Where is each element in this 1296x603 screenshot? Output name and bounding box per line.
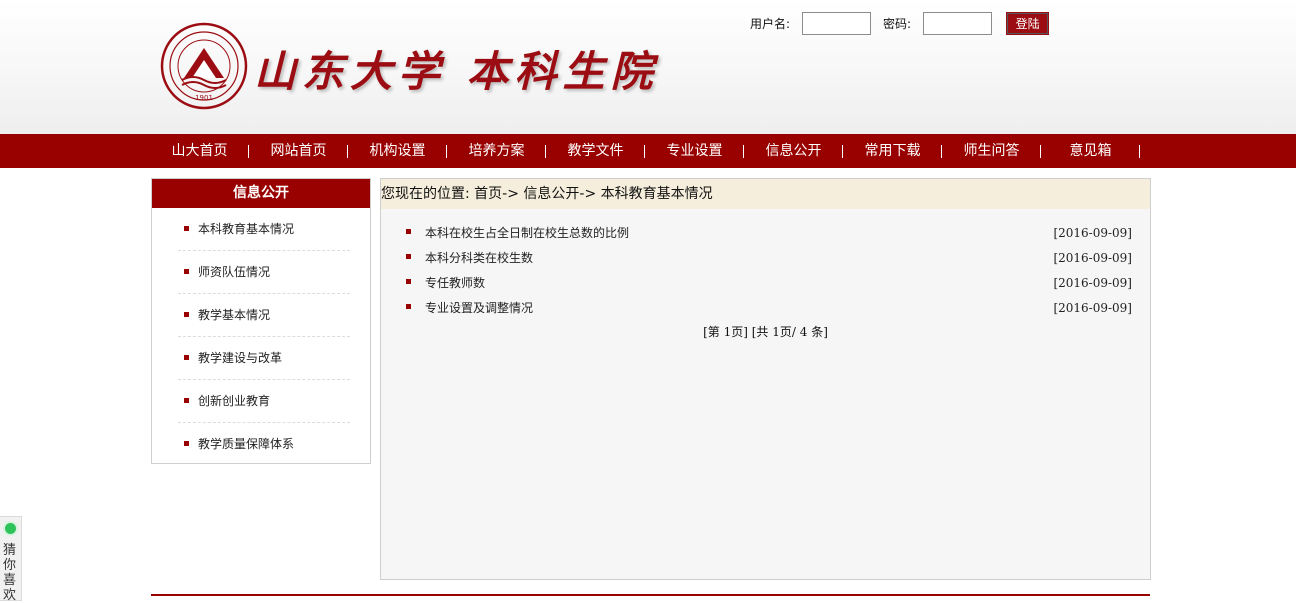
username-input[interactable] [802,12,872,35]
sidebar-item[interactable]: 教学基本情况 [178,294,350,337]
sidebar: 信息公开 本科教育基本情况 师资队伍情况 教学基本情况 教学建设与改革 创新创业… [151,178,371,464]
nav-item-teaching-docs[interactable]: 教学文件 [546,134,645,168]
list-item: 专业设置及调整情况 [2016-09-09] [381,298,1150,323]
status-dot-icon [5,523,16,534]
article-date: [2016-09-09] [1053,276,1132,290]
nav-item-training-plan[interactable]: 培养方案 [447,134,546,168]
recommend-widget-label[interactable]: 猜你喜欢 [3,543,17,603]
article-link[interactable]: 专任教师数 [425,273,485,293]
nav-item-qa[interactable]: 师生问答 [942,134,1041,168]
bullet-icon [184,441,189,446]
breadcrumb: 您现在的位置: 首页-> 信息公开-> 本科教育基本情况 [381,179,1150,209]
site-header: 1901 山东大学 本科生院 用户名: 密码: 登陆 [0,0,1296,134]
list-item: 本科在校生占全日制在校生总数的比例 [2016-09-09] [381,223,1150,248]
list-item: 专任教师数 [2016-09-09] [381,273,1150,298]
bullet-icon [184,226,189,231]
svg-text:1901: 1901 [195,94,213,102]
nav-item-downloads[interactable]: 常用下载 [843,134,942,168]
sidebar-item[interactable]: 教学质量保障体系 [178,423,350,465]
sidebar-item-label[interactable]: 创新创业教育 [198,394,270,408]
recommend-widget[interactable]: 猜你喜欢 [0,516,22,603]
main-content: 您现在的位置: 首页-> 信息公开-> 本科教育基本情况 本科在校生占全日制在校… [380,178,1151,580]
breadcrumb-text: 您现在的位置: 首页-> 信息公开-> 本科教育基本情况 [381,186,713,202]
sidebar-title: 信息公开 [152,179,370,208]
sidebar-item[interactable]: 本科教育基本情况 [178,208,350,251]
bullet-icon [184,398,189,403]
bullet-icon [406,279,411,284]
bullet-icon [406,254,411,259]
bullet-icon [184,269,189,274]
sidebar-item-label[interactable]: 教学建设与改革 [198,351,282,365]
bullet-icon [184,355,189,360]
main-nav: 山大首页 网站首页 机构设置 培养方案 教学文件 专业设置 信息公开 常用下载 … [0,134,1296,168]
bullet-icon [406,304,411,309]
article-link[interactable]: 专业设置及调整情况 [425,298,533,318]
sidebar-item[interactable]: 教学建设与改革 [178,337,350,380]
nav-item-site-home[interactable]: 网站首页 [249,134,348,168]
sidebar-item[interactable]: 师资队伍情况 [178,251,350,294]
nav-item-feedback[interactable]: 意见箱 [1041,134,1140,168]
sidebar-item-label[interactable]: 教学基本情况 [198,308,270,322]
article-date: [2016-09-09] [1053,251,1132,265]
article-date: [2016-09-09] [1053,226,1132,240]
username-label: 用户名: [750,17,791,31]
footer-divider [151,594,1150,596]
article-date: [2016-09-09] [1053,301,1132,315]
article-link[interactable]: 本科在校生占全日制在校生总数的比例 [425,223,629,243]
nav-item-sdu-home[interactable]: 山大首页 [150,134,249,168]
nav-item-majors[interactable]: 专业设置 [645,134,744,168]
login-bar: 用户名: 密码: 登陆 [750,12,1050,35]
article-list: 本科在校生占全日制在校生总数的比例 [2016-09-09] 本科分科类在校生数… [381,223,1150,323]
sidebar-item-label[interactable]: 教学质量保障体系 [198,437,294,451]
sidebar-item-label[interactable]: 本科教育基本情况 [198,222,294,236]
bullet-icon [184,312,189,317]
password-input[interactable] [923,12,993,35]
nav-item-info-disclosure[interactable]: 信息公开 [744,134,843,168]
bullet-icon [406,229,411,234]
university-seal-logo[interactable]: 1901 [160,22,248,110]
site-title-logo[interactable]: 山东大学 本科生院 [254,38,659,99]
pagination-info: [第 1页] [共 1页/ 4 条] [703,325,828,339]
sidebar-item-label[interactable]: 师资队伍情况 [198,265,270,279]
password-label: 密码: [883,17,912,31]
list-item: 本科分科类在校生数 [2016-09-09] [381,248,1150,273]
login-button[interactable]: 登陆 [1006,12,1050,35]
article-link[interactable]: 本科分科类在校生数 [425,248,533,268]
sidebar-item[interactable]: 创新创业教育 [178,380,350,423]
nav-item-organization[interactable]: 机构设置 [348,134,447,168]
